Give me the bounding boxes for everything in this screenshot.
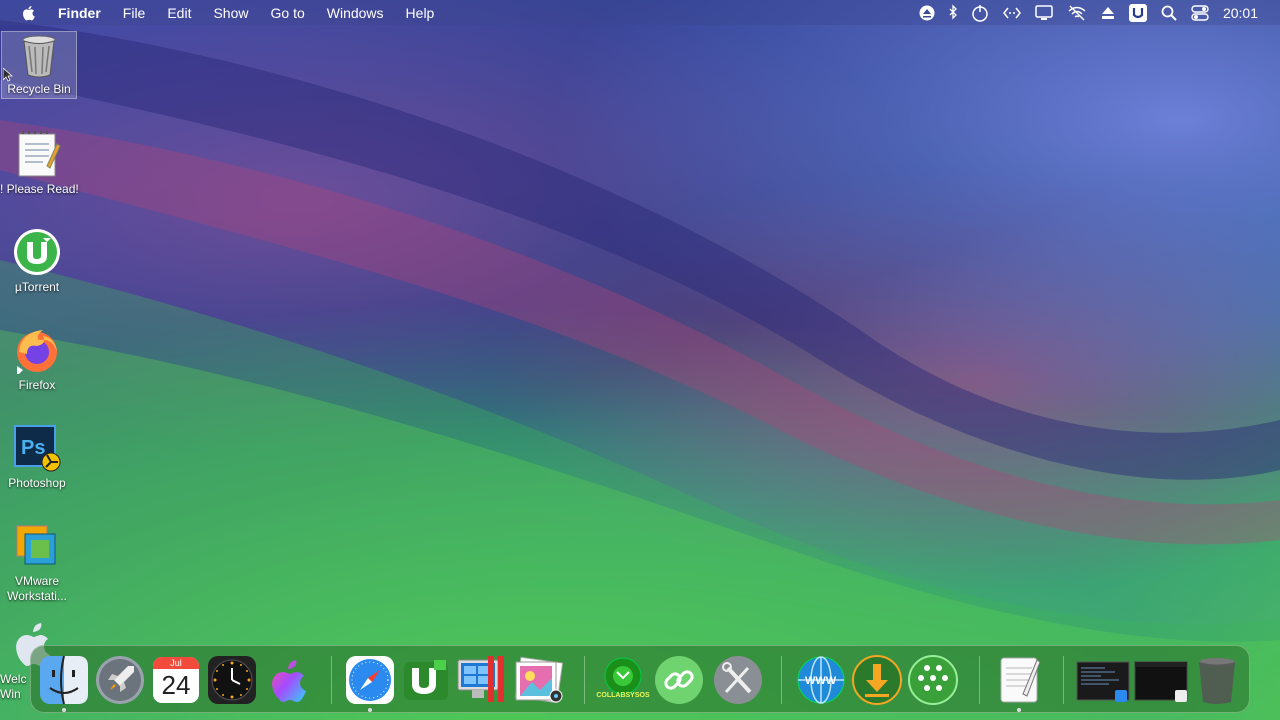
desktop-icon-label: VMware Workstati... [0,574,74,604]
desktop-icon-label: Recycle Bin [7,82,71,96]
desktop-icon-utorrent[interactable]: µTorrent [0,228,74,295]
desktop-icon-label: ! Please Read! [0,182,79,196]
trash-icon [1199,658,1235,704]
calendar-month: Jul [153,657,199,669]
parallels-icon [457,656,504,702]
utorrent-icon [13,228,61,276]
dock-finder[interactable] [38,654,90,706]
desktop-icon-firefox[interactable]: Firefox [0,326,74,393]
status-area: 20:01 [919,0,1280,25]
dock-window-preview-2[interactable] [1133,654,1189,706]
desktop-icon-recycle-bin[interactable]: Recycle Bin [1,31,77,99]
desktop-icon-label: Welc Win [0,672,27,701]
wallpaper [0,20,1280,720]
dark-window-icon [1134,661,1188,702]
desktop-icon-label-line: VMware Workstati... [7,574,67,603]
desktop-icon-vmware[interactable]: VMware Workstati... [0,522,74,604]
finder-icon [40,655,88,705]
globe-icon: WWW [797,656,845,704]
running-indicator [1017,708,1021,712]
apple-gradient-icon [272,660,306,702]
dock-parallels[interactable] [456,654,508,706]
desktop-icon-please-read[interactable]: ! Please Read! [0,130,79,197]
utorrent-icon [404,660,448,700]
dock-photos[interactable] [512,654,564,706]
menu-show[interactable]: Show [213,5,248,21]
desktop-icon-label: Photoshop [8,476,66,490]
power-icon[interactable] [971,0,989,25]
menu-file[interactable]: File [123,5,146,21]
bluetooth-icon[interactable] [949,0,957,25]
code-icon[interactable] [1002,0,1021,25]
desktop-icon-label: Firefox [18,378,56,392]
textedit-icon [1000,657,1041,703]
terminal-window-icon [1076,661,1130,702]
display-icon[interactable] [1035,0,1053,25]
svg-text:Ps: Ps [21,437,45,459]
svg-text:WWW: WWW [805,675,837,687]
photoshop-icon: Ps [13,424,61,472]
link-icon [655,656,703,704]
recycle-bin-icon [19,34,59,78]
firefox-icon [13,326,61,376]
dock-utorrent[interactable] [400,654,452,706]
dock-separator [584,656,585,704]
desktop-icon-photoshop[interactable]: Ps Photoshop [0,424,74,491]
dock-clock[interactable] [206,654,258,706]
dock-safari[interactable] [344,654,396,706]
dock-separator [331,656,332,704]
eject-icon[interactable] [919,0,935,25]
dock-window-preview[interactable] [1075,654,1131,706]
running-indicator [368,708,372,712]
menu-app-finder[interactable]: Finder [58,5,101,21]
compass-icon [346,656,394,704]
notepad-icon [13,130,61,178]
dock-collabsysos[interactable]: COLLABSYSOS [596,654,650,706]
dock-separator [1063,656,1064,704]
dock-separator [781,656,782,704]
apple-menu-icon[interactable] [22,5,38,21]
menu-edit[interactable]: Edit [167,5,191,21]
dock-downloads[interactable] [851,654,903,706]
calendar-day: 24 [161,670,191,700]
dock-people[interactable] [907,654,959,706]
u-badge-icon[interactable] [1128,0,1147,25]
vmware-icon [13,522,61,570]
dock-calendar[interactable]: Jul 24 [150,654,202,706]
menu-clock[interactable]: 20:01 [1223,0,1258,25]
dock-trash[interactable] [1191,654,1243,706]
dock-siri[interactable] [262,654,314,706]
running-indicator [62,708,66,712]
menu-bar: Finder File Edit Show Go to Windows Help… [0,0,1280,25]
eject-alt-icon[interactable] [1101,0,1115,25]
calendar-icon: Jul 24 [153,657,199,703]
dock-utilities[interactable] [712,654,764,706]
rocket-icon [96,656,144,704]
photo-icon [514,656,564,704]
people-icon [908,655,958,705]
dock-link[interactable] [653,654,705,706]
search-icon[interactable] [1161,0,1177,25]
desktop-icon-label: µTorrent [14,280,60,294]
menu-go-to[interactable]: Go to [271,5,305,21]
dock-textedit[interactable] [993,654,1045,706]
dock: Jul 24 COLLABSYSOS WWW [30,645,1250,713]
dock-separator [979,656,980,704]
wifi-off-icon[interactable] [1067,0,1087,25]
dock-www[interactable]: WWW [795,654,847,706]
download-icon [852,655,902,705]
dock-launchpad[interactable] [94,654,146,706]
control-center-icon[interactable] [1191,0,1209,25]
menu-windows[interactable]: Windows [327,5,384,21]
menu-help[interactable]: Help [406,5,435,21]
tools-icon [714,656,762,704]
clock-icon [208,656,256,704]
collabsysos-label: COLLABSYSOS [596,692,650,699]
